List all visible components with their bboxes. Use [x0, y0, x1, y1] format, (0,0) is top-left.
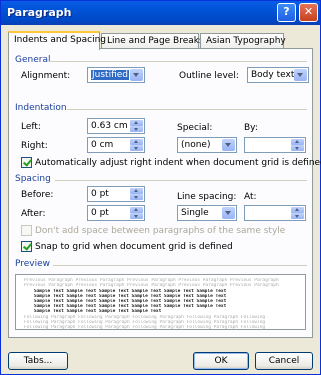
auto-adjust-checkbox[interactable] [21, 157, 32, 168]
outline-level-select[interactable]: Body text [247, 67, 309, 83]
after-label: After: [21, 209, 46, 219]
spacing-after-value: 0 pt [91, 208, 109, 218]
divider [49, 61, 307, 62]
left-indent-spinner[interactable]: 0.63 cm [87, 118, 145, 134]
right-indent-label: Right: [21, 141, 48, 151]
right-indent-value: 0 cm [91, 140, 114, 150]
help-button[interactable]: ? [277, 3, 296, 22]
divider [67, 109, 307, 110]
right-indent-spinner[interactable]: 0 cm [87, 137, 145, 153]
section-spacing-header: Spacing [15, 174, 51, 184]
preview-previous-line: Previous Paragraph Previous Paragraph Pr… [24, 283, 279, 288]
line-spacing-value: Single [181, 208, 209, 218]
dont-add-space-label: Don't add space between paragraphs of th… [35, 226, 286, 236]
spin-down-icon[interactable] [130, 126, 143, 132]
before-label: Before: [21, 190, 54, 200]
close-button[interactable]: ✕ [299, 3, 318, 22]
special-value: (none) [181, 140, 211, 150]
special-label: Special: [177, 123, 213, 133]
title-bar: Paragraph ? ✕ [1, 1, 320, 25]
spin-down-icon[interactable] [291, 213, 304, 219]
paragraph-dialog: Paragraph ? ✕ Indents and Spacing Line a… [0, 0, 321, 375]
tab-panel: General Alignment: Justified Outline lev… [8, 48, 321, 338]
spin-down-icon[interactable] [291, 145, 304, 151]
tab-line-and-page-breaks[interactable]: Line and Page Breaks [101, 33, 204, 49]
alignment-label: Alignment: [21, 71, 71, 81]
spacing-before-value: 0 pt [91, 189, 109, 199]
spin-down-icon[interactable] [130, 145, 143, 151]
snap-to-grid-checkbox[interactable] [21, 241, 32, 252]
left-indent-label: Left: [21, 122, 41, 132]
dont-add-space-checkbox[interactable] [21, 225, 32, 236]
at-label: At: [244, 192, 257, 202]
chevron-down-icon [222, 207, 235, 219]
by-spinner[interactable] [244, 137, 306, 153]
line-spacing-label: Line spacing: [177, 192, 237, 202]
preview-sample-line: Sample Text Sample Text Sample Text Samp… [34, 309, 162, 314]
preview-box: Previous Paragraph Previous Paragraph Pr… [15, 274, 306, 330]
special-select[interactable]: (none) [177, 137, 237, 153]
spin-down-icon[interactable] [130, 194, 143, 200]
chevron-down-icon [130, 69, 143, 81]
spacing-before-spinner[interactable]: 0 pt [87, 186, 145, 202]
section-general-header: General [15, 55, 51, 65]
chevron-down-icon [294, 69, 307, 81]
line-spacing-select[interactable]: Single [177, 205, 237, 221]
tab-indents-and-spacing[interactable]: Indents and Spacing [8, 31, 106, 50]
alignment-select[interactable]: Justified [87, 67, 145, 83]
section-preview-header: Preview [15, 259, 51, 269]
cancel-button[interactable]: Cancel [255, 352, 313, 370]
divider [55, 180, 307, 181]
at-spinner[interactable] [244, 205, 306, 221]
tab-asian-typography[interactable]: Asian Typography [200, 33, 286, 49]
preview-following-line: Following Paragraph Following Paragraph … [24, 325, 266, 330]
divider [53, 265, 307, 266]
tabs-button[interactable]: Tabs... [8, 352, 68, 370]
ok-button[interactable]: OK [193, 352, 249, 370]
chevron-down-icon [222, 139, 235, 151]
outline-level-label: Outline level: [179, 71, 239, 81]
left-indent-value: 0.63 cm [91, 121, 128, 131]
outline-level-value: Body text [251, 70, 295, 80]
section-indentation-header: Indentation [15, 103, 67, 113]
spacing-after-spinner[interactable]: 0 pt [87, 205, 145, 221]
spin-down-icon[interactable] [130, 213, 143, 219]
snap-to-grid-label: Snap to grid when document grid is defin… [35, 242, 233, 252]
by-label: By: [244, 123, 258, 133]
alignment-value: Justified [91, 70, 129, 80]
auto-adjust-label: Automatically adjust right indent when d… [35, 158, 321, 168]
dialog-title: Paragraph [7, 6, 72, 19]
